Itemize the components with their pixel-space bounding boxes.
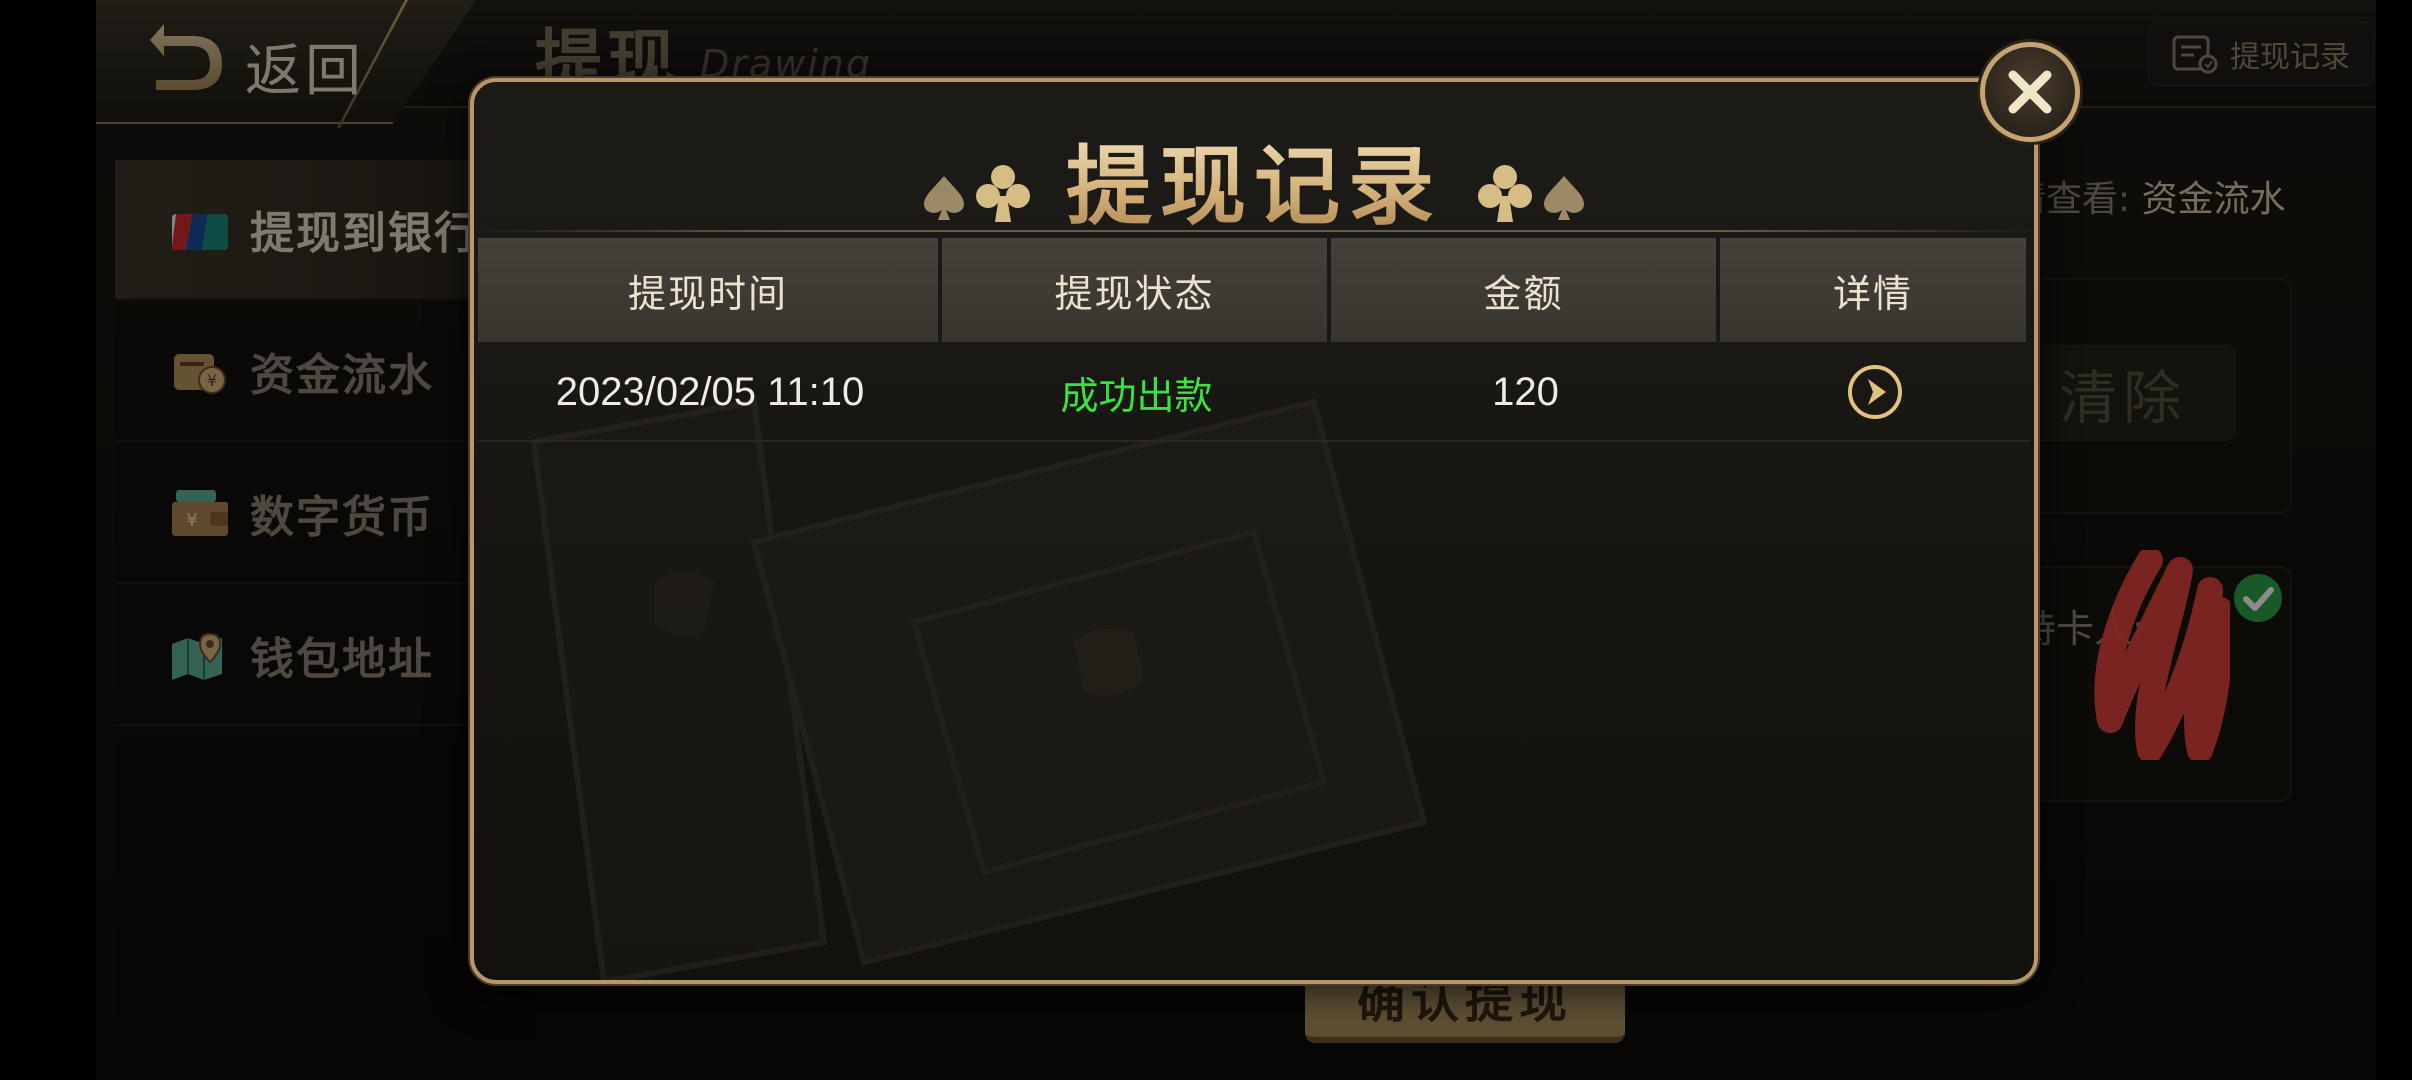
table-row[interactable]: 2023/02/05 11:10 成功出款 120 [478,342,2030,442]
cell-status: 成功出款 [1060,373,1213,418]
table-header: 提现时间 提现状态 金额 详情 [478,238,2030,342]
dialog-title: 提现记录 [474,116,2034,241]
spade-icon [1544,176,1584,220]
arrow-right-circle-icon[interactable] [1846,363,1904,421]
withdraw-record-dialog: 提现记录 提现时间 提现状态 金额 详情 2023/02/05 11:10 成功… [470,78,2038,984]
column-header-detail: 详情 [1720,238,2026,342]
cell-amount: 120 [1492,369,1559,414]
club-icon [1478,165,1532,222]
screen: 返回 提现 Drawing 提现记录 提现到银行 ¥ 资金流水 ¥ 数字货币 钱… [0,0,2412,1080]
poker-cards-watermark-icon [530,398,1428,980]
close-button[interactable] [1980,42,2080,142]
column-header-amount: 金额 [1331,238,1716,342]
cell-time: 2023/02/05 11:10 [555,369,865,414]
cell-detail [1720,342,2030,442]
column-header-status: 提现状态 [942,238,1327,342]
column-header-time: 提现时间 [478,238,938,342]
close-icon [2008,70,2052,114]
title-divider [474,230,2034,232]
